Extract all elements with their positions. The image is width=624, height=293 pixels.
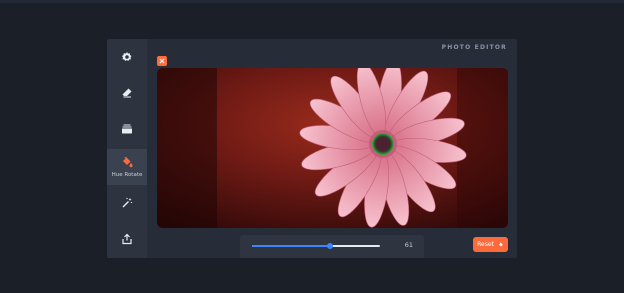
sidebar: Hue Rotate xyxy=(107,39,147,258)
flower-photo xyxy=(157,68,508,228)
layers-icon xyxy=(122,124,132,134)
hue-slider-track[interactable] xyxy=(252,243,380,249)
sidebar-item-share[interactable] xyxy=(107,221,147,257)
reset-button-label: Reset xyxy=(477,241,494,248)
gear-icon xyxy=(122,52,132,61)
hue-slider-fill xyxy=(252,245,331,247)
sidebar-item-eraser[interactable] xyxy=(107,75,147,111)
reset-button[interactable]: Reset xyxy=(473,237,508,252)
sidebar-item-magic-wand[interactable] xyxy=(107,185,147,221)
close-icon xyxy=(159,58,165,64)
sidebar-item-settings[interactable] xyxy=(107,39,147,75)
photo-editor-window: Hue Rotate PHOTO EDITOR 61 Reset xyxy=(107,39,517,258)
hue-slider-thumb[interactable] xyxy=(327,243,334,249)
eraser-icon xyxy=(122,88,132,98)
sidebar-item-layers[interactable] xyxy=(107,111,147,147)
paint-bucket-icon xyxy=(498,242,503,246)
sidebar-item-label: Hue Rotate xyxy=(111,172,143,178)
slider-value: 61 xyxy=(404,241,413,249)
paint-bucket-icon xyxy=(123,157,133,168)
share-icon xyxy=(122,233,132,245)
top-bar xyxy=(0,0,624,3)
sidebar-item-hue-rotate[interactable]: Hue Rotate xyxy=(107,149,147,185)
close-button[interactable] xyxy=(157,56,167,66)
photo-canvas[interactable] xyxy=(157,68,508,228)
magic-wand-icon xyxy=(122,197,133,208)
slider-panel: 61 xyxy=(240,235,424,258)
app-title: PHOTO EDITOR xyxy=(441,44,507,51)
